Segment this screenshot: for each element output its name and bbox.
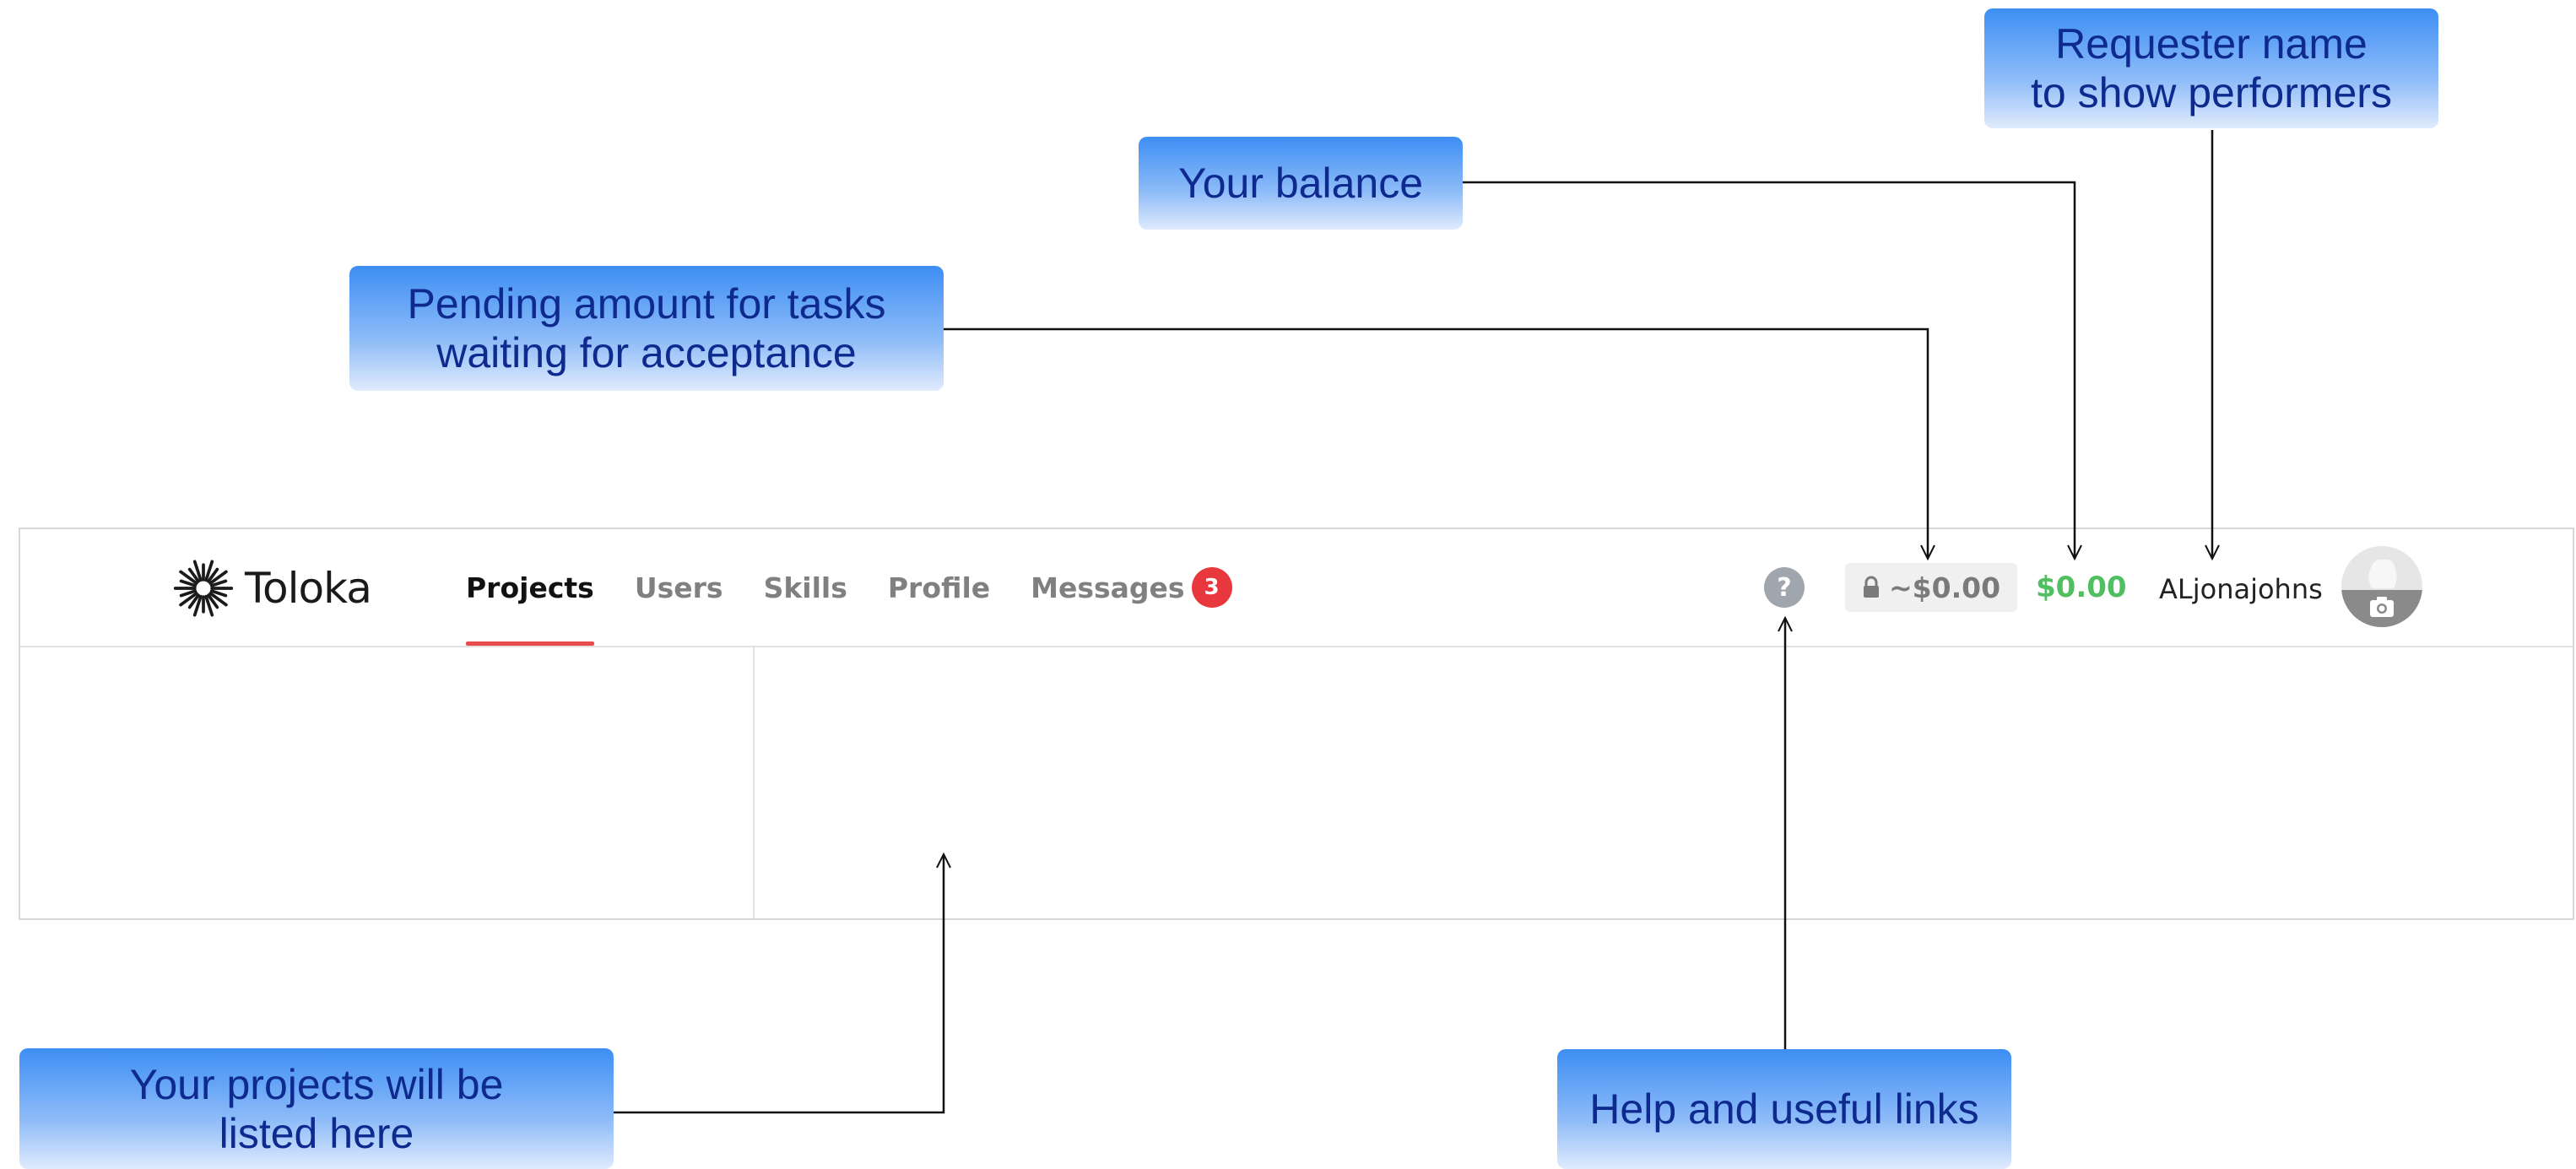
help-icon[interactable]: ? [1764,567,1805,608]
nav-users-label: Users [634,571,723,604]
callout-pending-amount: Pending amount for tasks waiting for acc… [349,266,944,391]
callout-help-links: Help and useful links [1557,1049,2011,1169]
nav-skills-label: Skills [763,571,847,604]
pending-amount[interactable]: ~$0.00 [1845,563,2018,612]
nav-profile-label: Profile [887,571,991,604]
callout-your-balance: Your balance [1139,137,1463,230]
messages-count-badge: 3 [1191,567,1232,608]
arrow-your-balance [1463,181,2075,559]
avatar[interactable] [2341,546,2422,627]
nav-projects-label: Projects [466,571,594,604]
camera-icon [2341,546,2422,627]
projects-list-area [755,647,2573,918]
app-window: Toloka Projects Users Skills Profile Mes… [19,528,2574,920]
logo-text: Toloka [245,564,372,613]
pending-amount-value: ~$0.00 [1889,571,2001,604]
arrow-pending-amount [944,327,1928,559]
main-nav: Projects Users Skills Profile Messages 3 [466,529,1273,646]
nav-messages[interactable]: Messages 3 [1031,529,1232,646]
balance-value[interactable]: $0.00 [2036,563,2127,612]
nav-users[interactable]: Users [635,529,723,646]
nav-projects[interactable]: Projects [466,529,594,646]
sidebar-panel [20,647,755,918]
nav-profile[interactable]: Profile [888,529,990,646]
callout-projects-listed: Your projects will be listed here [19,1048,614,1169]
lock-icon [1864,576,1879,598]
logo[interactable]: Toloka [172,555,372,622]
callout-requester-name: Requester name to show performers [1984,8,2438,128]
nav-messages-label: Messages [1031,571,1185,604]
nav-skills[interactable]: Skills [764,529,847,646]
username[interactable]: ALjonajohns [2159,563,2323,615]
toloka-logo-icon [173,560,234,617]
top-header: Toloka Projects Users Skills Profile Mes… [20,529,2573,647]
